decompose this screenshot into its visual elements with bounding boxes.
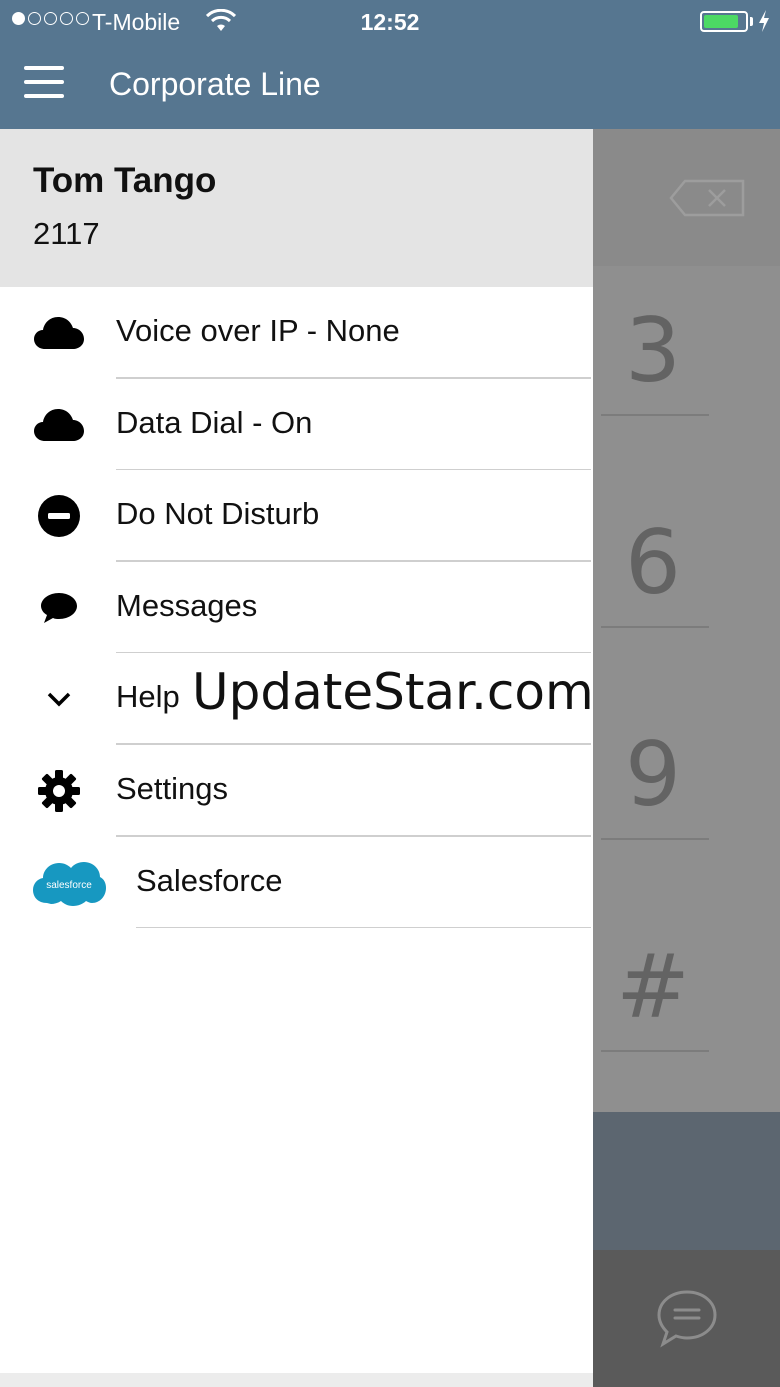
dial-key-3[interactable]: 3 [593,299,713,402]
salesforce-logo-text: salesforce [46,880,92,891]
status-bar: T-Mobile 12:52 [0,0,780,44]
watermark-text: UpdateStar.com [192,663,594,722]
do-not-disturb-icon [33,494,85,538]
page-title: Corporate Line [109,66,321,102]
menu-item-salesforce[interactable]: salesforce Salesforce [0,837,593,929]
menu-item-voice-over-ip[interactable]: Voice over IP - None [0,287,593,379]
salesforce-logo: salesforce [31,857,107,909]
menu-item-label: Help [116,679,180,715]
key-divider [601,838,709,840]
number-display [593,129,780,266]
cloud-icon [33,403,85,447]
chat-bubble-icon[interactable] [655,1288,719,1348]
menu-item-label: Voice over IP - None [116,313,400,348]
battery-fill [704,15,738,28]
key-divider [601,626,709,628]
speech-bubble-icon [33,586,85,630]
hamburger-line [24,94,64,98]
hamburger-line [24,66,64,70]
profile-header[interactable]: Tom Tango 2117 [0,129,593,287]
dialer-panel: 3 6 9 # [593,129,780,1387]
charging-bolt-icon [759,10,769,32]
menu-item-do-not-disturb[interactable]: Do Not Disturb [0,470,593,562]
menu-item-help[interactable]: Help UpdateStar.com [0,653,594,745]
drawer-menu: Voice over IP - None Data Dial - On Do N… [0,287,594,929]
battery-icon [700,11,748,32]
menu-item-settings[interactable]: Settings [0,745,593,837]
menu-item-label: Data Dial - On [116,404,313,440]
dial-key-9[interactable]: 9 [593,723,713,826]
gear-icon [33,769,85,813]
backspace-icon[interactable] [669,179,745,217]
bottom-tab-bar [593,1250,780,1387]
key-divider [601,414,709,416]
menu-item-label: Messages [116,587,258,623]
menu-item-label: Do Not Disturb [116,496,320,532]
chevron-down-icon [33,677,85,721]
cloud-icon [33,311,85,355]
hamburger-line [24,80,64,84]
menu-item-label: Salesforce [136,862,283,898]
menu-divider [136,926,591,929]
dial-key-hash[interactable]: # [593,935,713,1038]
top-bar: T-Mobile 12:52 Corporate Line [0,0,780,129]
menu-toggle-button[interactable] [24,66,64,104]
key-divider [601,1050,709,1052]
clock: 12:52 [360,9,420,35]
drawer-bottom-edge [0,1373,593,1387]
menu-item-data-dial[interactable]: Data Dial - On [0,379,593,471]
menu-item-label: Settings [116,770,229,806]
battery-tip [750,17,753,26]
call-action-bar[interactable] [593,1112,780,1250]
dial-key-6[interactable]: 6 [593,511,713,614]
side-drawer: Tom Tango 2117 Voice over IP - None Data… [0,129,594,1387]
menu-item-messages[interactable]: Messages [0,562,593,654]
profile-extension: 2117 [33,216,100,251]
profile-name: Tom Tango [33,161,217,200]
